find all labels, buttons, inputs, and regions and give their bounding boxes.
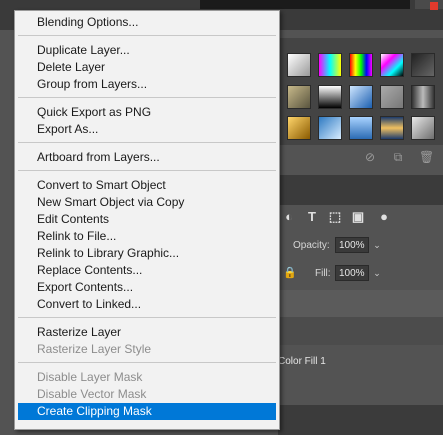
smart-object-filter-icon[interactable]: ▣ — [351, 210, 365, 224]
menu-item-duplicate-layer[interactable]: Duplicate Layer... — [18, 42, 276, 59]
menu-item-replace-contents[interactable]: Replace Contents... — [18, 262, 276, 279]
menu-separator — [18, 170, 276, 171]
menu-item-artboard-from-layers[interactable]: Artboard from Layers... — [18, 149, 276, 166]
layer-row[interactable] — [278, 317, 443, 345]
menu-separator — [18, 362, 276, 363]
menu-separator — [18, 97, 276, 98]
gradient-swatch[interactable] — [380, 85, 404, 109]
menu-item-new-smart-object-via-copy[interactable]: New Smart Object via Copy — [18, 194, 276, 211]
menu-item-group-from-layers[interactable]: Group from Layers... — [18, 76, 276, 93]
no-icon[interactable]: ⊘ — [363, 150, 377, 164]
lock-icon[interactable]: 🔒 — [283, 268, 297, 279]
panel-divider — [278, 175, 443, 205]
gradient-swatch[interactable] — [380, 116, 404, 140]
menu-item-export-as[interactable]: Export As... — [18, 121, 276, 138]
menu-item-disable-layer-mask: Disable Layer Mask — [37, 370, 143, 384]
menu-separator — [18, 35, 276, 36]
gradient-swatch[interactable] — [287, 85, 311, 109]
shape-filter-icon[interactable]: ⬚ — [328, 210, 342, 224]
top-dark-bar — [200, 0, 410, 9]
menu-separator — [18, 317, 276, 318]
fill-dropdown-icon[interactable]: ⌄ — [371, 265, 383, 281]
menu-item-create-clipping-mask[interactable]: Create Clipping Mask — [18, 403, 276, 420]
close-indicator — [430, 2, 438, 10]
gradient-swatch[interactable] — [318, 116, 342, 140]
new-swatch-icon[interactable]: ⧉ — [391, 150, 405, 164]
layer-name[interactable]: Color Fill 1 — [278, 356, 326, 367]
gradient-swatch[interactable] — [349, 53, 373, 77]
fill-label: Fill: — [315, 268, 331, 279]
menu-item-relink-to-library-graphic[interactable]: Relink to Library Graphic... — [18, 245, 276, 262]
menu-item-rasterize-layer[interactable]: Rasterize Layer — [18, 324, 276, 341]
menu-item-edit-contents[interactable]: Edit Contents — [18, 211, 276, 228]
gradient-swatch[interactable] — [411, 85, 435, 109]
menu-item-relink-to-file[interactable]: Relink to File... — [18, 228, 276, 245]
menu-separator — [18, 142, 276, 143]
fill-field[interactable]: 100% — [335, 265, 369, 281]
layer-row[interactable] — [278, 290, 443, 317]
menu-item-disable-vector-mask: Disable Vector Mask — [37, 387, 147, 401]
gradient-swatch[interactable] — [318, 53, 342, 77]
gradient-swatch[interactable] — [411, 53, 435, 77]
menu-item-delete-layer[interactable]: Delete Layer — [18, 59, 276, 76]
gradient-swatch[interactable] — [287, 116, 311, 140]
gradient-swatch[interactable] — [411, 116, 435, 140]
menu-item-rasterize-layer-style: Rasterize Layer Style — [37, 342, 152, 356]
menu-item-export-contents[interactable]: Export Contents... — [18, 279, 276, 296]
opacity-field[interactable]: 100% — [335, 237, 369, 253]
gradient-swatch[interactable] — [349, 116, 373, 140]
filter-toggle-icon[interactable]: ● — [377, 210, 391, 224]
trash-icon[interactable]: 🗑 — [419, 150, 434, 164]
opacity-label: Opacity: — [293, 240, 330, 251]
top-right-bar — [415, 0, 443, 9]
type-filter-icon[interactable]: T — [305, 210, 319, 224]
adjustment-filter-icon[interactable]: ◐ — [282, 210, 296, 224]
layers-footer — [278, 405, 443, 435]
gradient-swatch[interactable] — [380, 53, 404, 77]
menu-item-quick-export-as-png[interactable]: Quick Export as PNG — [18, 104, 276, 121]
menu-item-convert-to-linked[interactable]: Convert to Linked... — [18, 296, 276, 313]
menu-item-convert-to-smart-object[interactable]: Convert to Smart Object — [18, 177, 276, 194]
gradient-swatch[interactable] — [287, 53, 311, 77]
gradient-swatch[interactable] — [318, 85, 342, 109]
layer-context-menu: Blending Options... Duplicate Layer... Del… — [14, 10, 280, 430]
gradient-swatch[interactable] — [349, 85, 373, 109]
menu-item-blending-options[interactable]: Blending Options... — [18, 14, 276, 31]
opacity-dropdown-icon[interactable]: ⌄ — [371, 237, 383, 253]
